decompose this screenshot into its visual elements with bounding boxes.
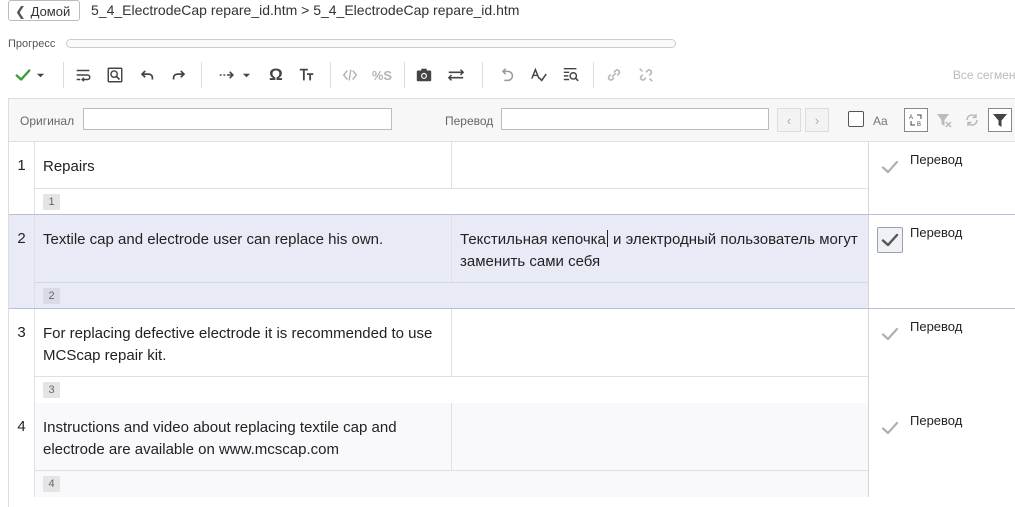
breadcrumb: 5_4_ElectrodeCap repare_id.htm > 5_4_Ele… bbox=[91, 2, 520, 18]
target-text-before-caret: Текстильная кепочка bbox=[460, 231, 606, 248]
home-button[interactable]: ❮ Домой bbox=[8, 0, 80, 21]
source-cell: Instructions and video about replacing t… bbox=[34, 403, 451, 470]
redo-icon[interactable] bbox=[166, 60, 192, 90]
unlink-icon[interactable] bbox=[633, 60, 659, 90]
progress-bar bbox=[66, 39, 676, 48]
toolbar-separator bbox=[63, 62, 64, 88]
segment-number: 1 bbox=[17, 157, 26, 174]
link-icon[interactable] bbox=[601, 60, 627, 90]
merge-icon[interactable] bbox=[443, 60, 469, 90]
text-format-icon[interactable] bbox=[294, 60, 320, 90]
top-bar: ❮ Домой 5_4_ElectrodeCap repare_id.htm >… bbox=[0, 0, 1015, 24]
refresh-icon[interactable] bbox=[960, 108, 984, 132]
chevron-left-icon: ‹ bbox=[786, 112, 792, 128]
source-cell: Textile cap and electrode user can repla… bbox=[34, 215, 451, 282]
segment-row-active[interactable]: 2 Textile cap and electrode user can rep… bbox=[9, 214, 1015, 309]
toolbar-separator bbox=[201, 62, 202, 88]
segment-row[interactable]: 3 For replacing defective electrode it i… bbox=[9, 309, 1015, 403]
progress-label: Прогресс bbox=[8, 38, 56, 50]
dropdown-icon[interactable] bbox=[32, 60, 48, 90]
target-cell[interactable] bbox=[451, 309, 868, 376]
source-filter-input[interactable] bbox=[83, 108, 392, 130]
segment-number: 2 bbox=[17, 230, 26, 247]
toolbar-separator bbox=[404, 62, 405, 88]
wrap-text-icon[interactable] bbox=[70, 60, 96, 90]
filter-icon[interactable] bbox=[988, 108, 1012, 132]
target-cell[interactable] bbox=[451, 403, 868, 470]
status-cell: Перевод bbox=[868, 309, 1015, 403]
filter-bar: Оригинал Перевод ‹ › Aa AB bbox=[9, 99, 1015, 142]
chevron-left-icon: ❮ bbox=[15, 4, 26, 19]
chevron-right-icon: › bbox=[814, 112, 820, 128]
percent-s-icon[interactable]: %S bbox=[369, 60, 395, 90]
match-case-checkbox[interactable] bbox=[848, 111, 864, 127]
status-cell: Перевод bbox=[868, 215, 1015, 308]
code-icon[interactable] bbox=[337, 60, 363, 90]
svg-text:B: B bbox=[917, 122, 921, 128]
match-case-label: Aa bbox=[873, 114, 888, 128]
segment-row[interactable]: 4 Instructions and video about replacing… bbox=[9, 403, 1015, 497]
segment-id-badge: 1 bbox=[43, 194, 60, 210]
status-cell: Перевод bbox=[868, 403, 1015, 497]
status-label: Перевод bbox=[910, 225, 963, 240]
dropdown-icon[interactable] bbox=[238, 60, 254, 90]
segment-footer: 2 bbox=[34, 282, 868, 308]
svg-text:A: A bbox=[909, 115, 913, 121]
segment-id-badge: 3 bbox=[43, 382, 60, 398]
status-check-icon[interactable] bbox=[877, 415, 903, 441]
segment-id-badge: 2 bbox=[43, 288, 60, 304]
next-match-button[interactable]: › bbox=[805, 108, 829, 132]
source-filter-label: Оригинал bbox=[20, 114, 75, 128]
segment-footer: 4 bbox=[34, 470, 868, 497]
spellcheck-icon[interactable] bbox=[526, 60, 552, 90]
camera-icon[interactable] bbox=[411, 60, 437, 90]
source-cell: Repairs bbox=[34, 142, 451, 188]
undo-icon[interactable] bbox=[134, 60, 160, 90]
insert-arrow-icon[interactable] bbox=[214, 60, 240, 90]
status-check-icon[interactable] bbox=[877, 321, 903, 347]
target-filter-label: Перевод bbox=[445, 114, 494, 128]
segments-panel: Оригинал Перевод ‹ › Aa AB 1 Repairs 1 П… bbox=[8, 98, 1015, 507]
toolbar-separator bbox=[330, 62, 331, 88]
search-replace-icon[interactable] bbox=[102, 60, 128, 90]
toolbar-separator bbox=[482, 62, 483, 88]
qa-icon[interactable] bbox=[558, 60, 584, 90]
segment-footer: 1 bbox=[34, 188, 868, 214]
text-caret bbox=[606, 230, 608, 247]
clear-filter-icon[interactable] bbox=[932, 108, 956, 132]
prev-match-button[interactable]: ‹ bbox=[777, 108, 801, 132]
all-segments-label[interactable]: Все сегмент bbox=[953, 68, 1015, 82]
segment-number: 4 bbox=[17, 418, 26, 435]
segment-row[interactable]: 1 Repairs 1 Перевод bbox=[9, 142, 1015, 214]
target-filter-input[interactable] bbox=[501, 108, 769, 130]
editor-toolbar: Ω %S Все сегмент bbox=[0, 60, 1015, 90]
segment-footer: 3 bbox=[34, 376, 868, 403]
status-label: Перевод bbox=[910, 319, 963, 334]
home-button-label: Домой bbox=[30, 4, 71, 19]
target-cell[interactable] bbox=[451, 142, 868, 188]
status-cell: Перевод bbox=[868, 142, 1015, 214]
status-label: Перевод bbox=[910, 413, 963, 428]
status-check-icon[interactable] bbox=[877, 154, 903, 180]
revert-icon[interactable] bbox=[494, 60, 520, 90]
status-check-icon[interactable] bbox=[877, 227, 903, 253]
segment-id-badge: 4 bbox=[43, 476, 60, 492]
target-cell[interactable]: Текстильная кепочка и электродный пользо… bbox=[451, 215, 868, 282]
omega-icon[interactable]: Ω bbox=[263, 60, 289, 90]
status-label: Перевод bbox=[910, 152, 963, 167]
ab-swap-icon[interactable]: AB bbox=[904, 108, 928, 132]
source-cell: For replacing defective electrode it is … bbox=[34, 309, 451, 376]
toolbar-separator bbox=[593, 62, 594, 88]
segment-number: 3 bbox=[17, 324, 26, 341]
